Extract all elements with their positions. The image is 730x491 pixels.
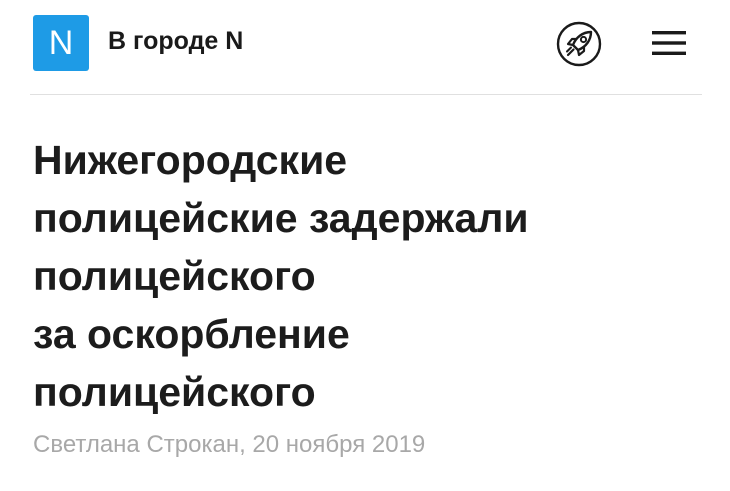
headline-line: Нижегородские (33, 137, 348, 183)
site-name[interactable]: В городе N (108, 29, 243, 54)
logo-letter: N (48, 24, 74, 62)
site-header: N В городе N (0, 0, 730, 94)
hamburger-menu-icon (652, 31, 686, 55)
headline-line: полицейского (33, 369, 316, 415)
rocket-button[interactable] (555, 20, 603, 68)
rocket-icon (556, 21, 602, 67)
headline-line: полицейские задержали (33, 195, 529, 241)
headline-line: за оскорбление (33, 311, 350, 357)
article-headline[interactable]: Нижегородские полицейские задержали поли… (33, 131, 713, 421)
header-divider (30, 94, 702, 95)
article-byline: Светлана Строкан, 20 ноября 2019 (33, 431, 426, 458)
site-logo[interactable]: N (33, 15, 89, 71)
menu-button[interactable] (652, 30, 686, 56)
headline-line: полицейского (33, 253, 316, 299)
